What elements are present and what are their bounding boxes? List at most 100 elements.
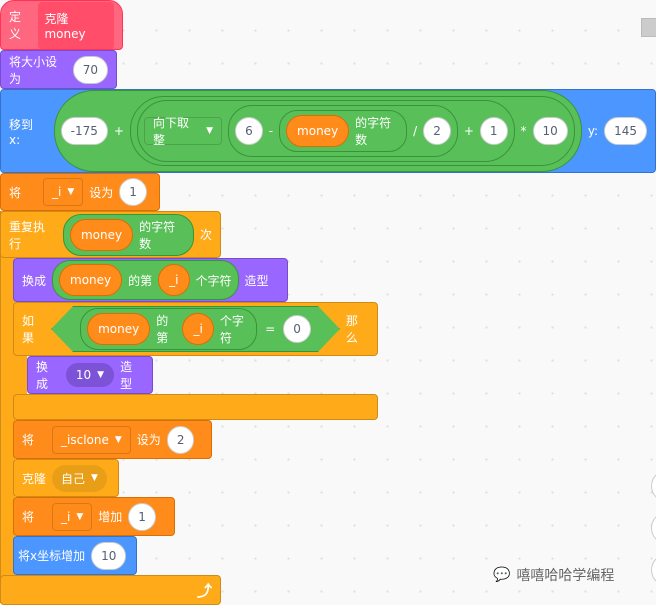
zoom-in-button[interactable] [651,470,656,502]
watermark-text: 嘻嘻哈哈学编程 [516,568,615,584]
clone-target-dropdown[interactable]: 自己 ▼ [52,464,107,492]
times-label: 次 [199,228,212,242]
money-reporter[interactable]: money [87,313,150,345]
x-input[interactable]: -175 [60,117,108,145]
clone-label: 克隆 [22,471,47,486]
define-label: 定义 [9,10,22,41]
value-input[interactable]: 1 [128,502,156,531]
i-reporter[interactable]: _i [182,313,213,345]
zoom-out-button[interactable] [651,512,656,544]
repeat-label: 重复执行 [9,219,46,251]
then-label: 那么 [345,314,358,345]
zoom-reset-button[interactable] [651,554,656,586]
plus-operator[interactable]: 向下取整 ▼ 6 - money 的字符数 / 2 + 1 [136,100,515,162]
letter-of-operator[interactable]: money 的第 _i 个字符 [80,308,257,350]
change-label: 将 [22,510,35,524]
variable-dropdown[interactable]: _i ▼ [52,502,93,531]
switch-label: 换成 [36,360,49,391]
zero-input[interactable]: 0 [283,315,311,343]
repeat-block-bottom: ⤴ [0,575,221,605]
char-label: 个字符 [195,273,232,288]
watermark: 💬 嘻嘻哈哈学编程 [493,565,614,585]
letter-of-operator[interactable]: money 的第 _i 个字符 [52,260,239,300]
divide-sign: / [413,124,418,138]
var-name: _isclone [61,432,109,447]
length-label: 的字符数 [139,219,176,251]
ten-input[interactable]: 10 [532,117,568,145]
money-reporter[interactable]: money [59,264,123,296]
value-input[interactable]: 2 [166,425,195,454]
minus-sign: - [268,124,274,138]
if-label: 如果 [22,314,35,345]
floor-label: 向下取整 [152,116,189,147]
if-block-bottom [13,394,378,420]
length-operator[interactable]: money 的字符数 [62,213,194,256]
scroll-top-button[interactable] [641,18,656,37]
set-label: 将 [22,433,35,447]
of-label: 的第 [156,314,169,345]
dropdown-arrow-icon: ▼ [91,473,98,483]
set-size-block[interactable]: 将大小设为 70 [0,50,117,89]
wechat-icon: 💬 [493,567,511,583]
create-clone-block[interactable]: 克隆 自己 ▼ [13,459,119,497]
variable-dropdown[interactable]: _i ▼ [43,178,84,206]
one-input[interactable]: 1 [479,117,508,145]
add-operator[interactable]: -175 + 向下取整 ▼ 6 - money 的字符数 / 2 + 1 * 10 [53,90,582,172]
char-label: 个字符 [219,314,244,345]
custom-block-name: 克隆money [38,1,114,49]
goto-label: 移到 x: [9,117,34,147]
change-i-block[interactable]: 将 _i ▼ 增加 1 [13,497,175,536]
dropdown-arrow-icon: ▼ [206,126,214,136]
money-reporter[interactable]: money [286,115,350,147]
set-i-block[interactable]: 将 _i ▼ 设为 1 [0,173,160,211]
divide-operator[interactable]: 6 - money 的字符数 / 2 [228,105,458,157]
equals-operator[interactable]: money 的第 _i 个字符 = 0 [51,306,340,352]
plus-sign: + [463,124,474,138]
var-name: _i [52,185,62,199]
set-isclone-block[interactable]: 将 _isclone ▼ 设为 2 [13,420,212,459]
costume-label: 造型 [120,360,133,391]
if-block[interactable]: 如果 money 的第 _i 个字符 = 0 那么 [13,302,378,356]
y-label: y: [587,124,599,138]
dropdown-arrow-icon: ▼ [67,187,75,197]
clone-target: 自己 [61,471,86,486]
length-label: 的字符数 [355,116,392,147]
repeat-block[interactable]: 重复执行 money 的字符数 次 [0,211,221,258]
to-label: 设为 [136,433,161,447]
length-operator[interactable]: money 的字符数 [279,110,408,152]
plus-sign: + [113,124,124,138]
set-size-label: 将大小设为 [9,54,58,86]
costume-dropdown[interactable]: 10 ▼ [65,363,115,387]
y-input[interactable]: 145 [604,117,647,145]
value-input[interactable]: 10 [91,541,127,570]
change-x-label: 将x坐标增加 [18,549,86,563]
costume-value: 10 [75,368,92,382]
switch-costume-block[interactable]: 换成 money 的第 _i 个字符 造型 [13,258,288,302]
value-input[interactable]: 1 [119,178,147,206]
switch-label: 换成 [22,273,47,288]
floor-dropdown[interactable]: 向下取整 ▼ [143,116,223,147]
size-input[interactable]: 70 [72,55,108,84]
set-label: 将 [9,185,22,200]
to-label: 设为 [89,185,114,200]
define-block[interactable]: 定义 克隆money [0,0,123,50]
of-label: 的第 [128,273,153,288]
multiply-operator[interactable]: 向下取整 ▼ 6 - money 的字符数 / 2 + 1 * 10 [129,96,575,166]
dropdown-arrow-icon: ▼ [76,511,84,522]
i-reporter[interactable]: _i [158,264,190,296]
multiply-sign: * [520,124,527,138]
variable-dropdown[interactable]: _isclone ▼ [52,425,131,454]
switch-costume-block[interactable]: 换成 10 ▼ 造型 [27,356,153,394]
goto-xy-block[interactable]: 移到 x: -175 + 向下取整 ▼ 6 - money 的字符数 / 2 + … [0,89,656,173]
var-name: _i [61,509,71,524]
six-input[interactable]: 6 [235,117,263,145]
dropdown-arrow-icon: ▼ [114,434,122,445]
costume-label: 造型 [244,273,269,288]
change-x-block[interactable]: 将x坐标增加 10 [13,536,137,575]
loop-arrow-icon: ⤴ [196,581,212,600]
two-input[interactable]: 2 [423,117,451,145]
equals-sign: = [265,322,276,336]
by-label: 增加 [98,510,123,524]
money-reporter[interactable]: money [69,218,134,251]
dropdown-arrow-icon: ▼ [97,370,105,380]
